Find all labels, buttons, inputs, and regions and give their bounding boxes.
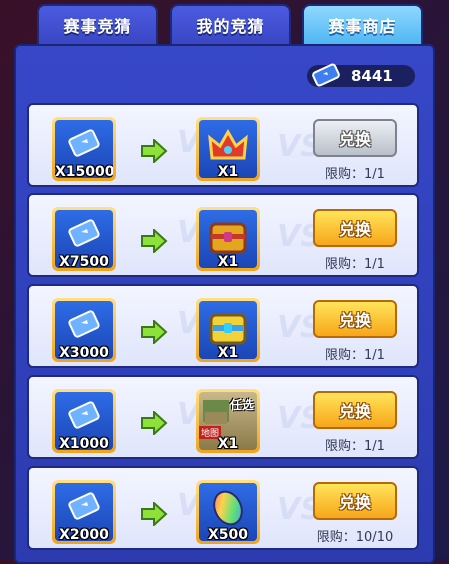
arrow-right-icon <box>141 139 168 163</box>
tab-my-guess[interactable]: 我的竞猜 <box>170 4 291 44</box>
cost-slot: X1000 <box>52 389 116 453</box>
shop-item-row: VSVS X1000 任选 地图 X1 兑换 限购：1/1 <box>27 375 419 459</box>
shop-item-row: VSVS X7500 X1 兑换 限购：1/1 <box>27 193 419 277</box>
currency-balance: 8441 <box>307 63 415 87</box>
reward-quantity: X1 <box>217 164 239 178</box>
tab-match-guess[interactable]: 赛事竞猜 <box>37 4 158 44</box>
reward-slot: X500 <box>196 480 260 544</box>
shop-item-row: VSVS X3000 X1 兑换 限购：1/1 <box>27 284 419 368</box>
cost-amount: X15000 <box>55 164 113 178</box>
exchange-button[interactable]: 兑换 <box>313 482 397 520</box>
reward-quantity: X1 <box>217 345 239 359</box>
reward-slot: X1 <box>196 117 260 181</box>
exchange-button[interactable]: 兑换 <box>313 300 397 338</box>
tab-match-shop[interactable]: 赛事商店 <box>302 4 423 44</box>
exchange-button[interactable]: 兑换 <box>313 209 397 247</box>
cost-slot: X15000 <box>52 117 116 181</box>
currency-amount: 8441 <box>351 67 393 85</box>
exchange-button[interactable]: 兑换 <box>313 119 397 157</box>
cost-amount: X7500 <box>59 254 109 268</box>
arrow-right-icon <box>141 229 168 253</box>
cost-amount: X3000 <box>59 345 109 359</box>
purchase-limit: 限购：1/1 <box>325 257 385 272</box>
purchase-limit: 限购：1/1 <box>325 167 385 182</box>
purchase-limit: 限购：10/10 <box>316 530 394 545</box>
reward-quantity: X1 <box>217 254 239 268</box>
reward-quantity: X500 <box>207 527 249 541</box>
reward-quantity: X1 <box>217 436 239 450</box>
cost-slot: X7500 <box>52 207 116 271</box>
cost-slot: X3000 <box>52 298 116 362</box>
purchase-limit: 限购：1/1 <box>325 439 385 454</box>
purchase-limit: 限购：1/1 <box>325 348 385 363</box>
reward-slot: X1 <box>196 298 260 362</box>
cost-amount: X2000 <box>59 527 109 541</box>
exchange-button[interactable]: 兑换 <box>313 391 397 429</box>
reward-slot: X1 <box>196 207 260 271</box>
choice-tag: 任选 <box>229 398 254 412</box>
shop-item-row: VSVS X15000 X1 兑换 限购：1/1 <box>27 103 419 187</box>
arrow-right-icon <box>141 320 168 344</box>
shop-item-row: VSVS X2000 X500 兑换 限购：10/10 <box>27 466 419 550</box>
arrow-right-icon <box>141 411 168 435</box>
cost-amount: X1000 <box>59 436 109 450</box>
arrow-right-icon <box>141 502 168 526</box>
reward-slot: 任选 地图 X1 <box>196 389 260 453</box>
ticket-icon <box>312 63 340 87</box>
cost-slot: X2000 <box>52 480 116 544</box>
